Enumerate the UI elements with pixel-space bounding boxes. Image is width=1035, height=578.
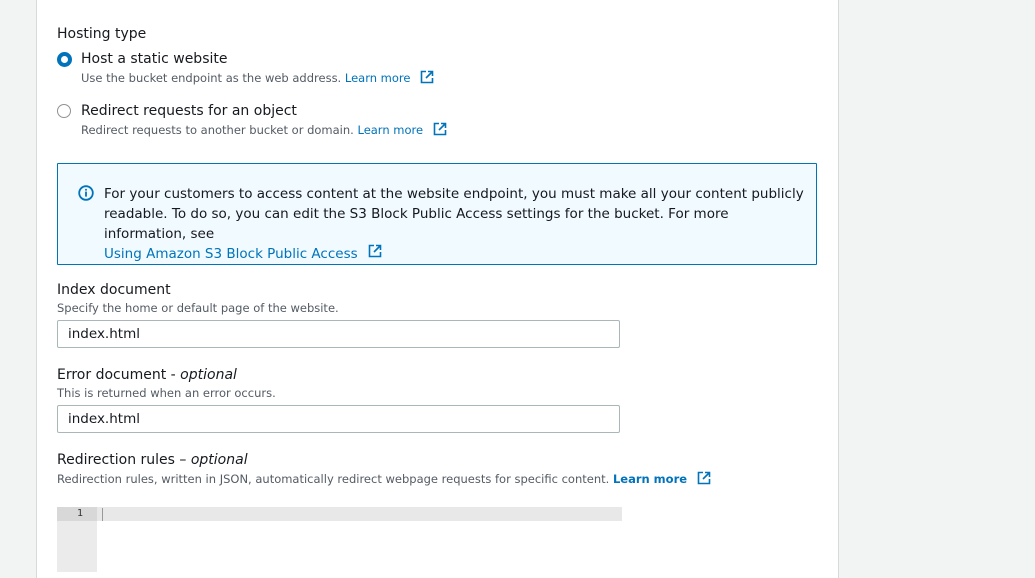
- error-document-input[interactable]: [57, 405, 620, 433]
- host-static-website-description: Use the bucket endpoint as the web addre…: [81, 70, 434, 87]
- redirection-rules-label-text: Redirection rules –: [57, 452, 187, 468]
- host-static-website-description-text: Use the bucket endpoint as the web addre…: [81, 71, 342, 85]
- error-document-description: This is returned when an error occurs.: [57, 386, 276, 400]
- block-public-access-link[interactable]: Using Amazon S3 Block Public Access: [104, 246, 358, 262]
- info-message-text: For your customers to access content at …: [104, 186, 804, 242]
- redirection-rules-editor[interactable]: 1: [57, 507, 622, 572]
- hosting-type-label: Hosting type: [57, 26, 147, 42]
- learn-more-link-redirect[interactable]: Learn more: [357, 123, 423, 137]
- redirect-requests-description-text: Redirect requests to another bucket or d…: [81, 123, 354, 137]
- redirection-rules-description-text: Redirection rules, written in JSON, auto…: [57, 472, 610, 486]
- info-icon: [78, 185, 94, 205]
- info-message: For your customers to access content at …: [104, 184, 804, 264]
- editor-cursor: [102, 508, 103, 521]
- redirection-rules-description: Redirection rules, written in JSON, auto…: [57, 471, 711, 488]
- redirection-rules-label: Redirection rules – optional: [57, 452, 248, 468]
- external-link-icon[interactable]: [368, 244, 382, 264]
- info-alert: For your customers to access content at …: [57, 163, 817, 265]
- host-static-website-label[interactable]: Host a static website: [81, 51, 227, 67]
- learn-more-link-static[interactable]: Learn more: [345, 71, 411, 85]
- redirect-requests-label[interactable]: Redirect requests for an object: [81, 103, 297, 119]
- index-document-description: Specify the home or default page of the …: [57, 301, 339, 315]
- editor-line-number: 1: [77, 508, 84, 519]
- external-link-icon[interactable]: [420, 70, 434, 87]
- host-static-website-radio[interactable]: [57, 52, 72, 67]
- redirect-requests-radio[interactable]: [57, 104, 71, 118]
- external-link-icon[interactable]: [433, 122, 447, 139]
- error-document-label-text: Error document -: [57, 367, 176, 383]
- external-link-icon[interactable]: [697, 471, 711, 488]
- optional-tag: optional: [180, 367, 237, 383]
- optional-tag: optional: [190, 452, 248, 468]
- index-document-label: Index document: [57, 282, 171, 298]
- editor-active-line[interactable]: [97, 507, 622, 521]
- redirect-requests-description: Redirect requests to another bucket or d…: [81, 122, 447, 139]
- error-document-label: Error document - optional: [57, 367, 237, 383]
- learn-more-link-redirection[interactable]: Learn more: [613, 472, 687, 486]
- index-document-input[interactable]: [57, 320, 620, 348]
